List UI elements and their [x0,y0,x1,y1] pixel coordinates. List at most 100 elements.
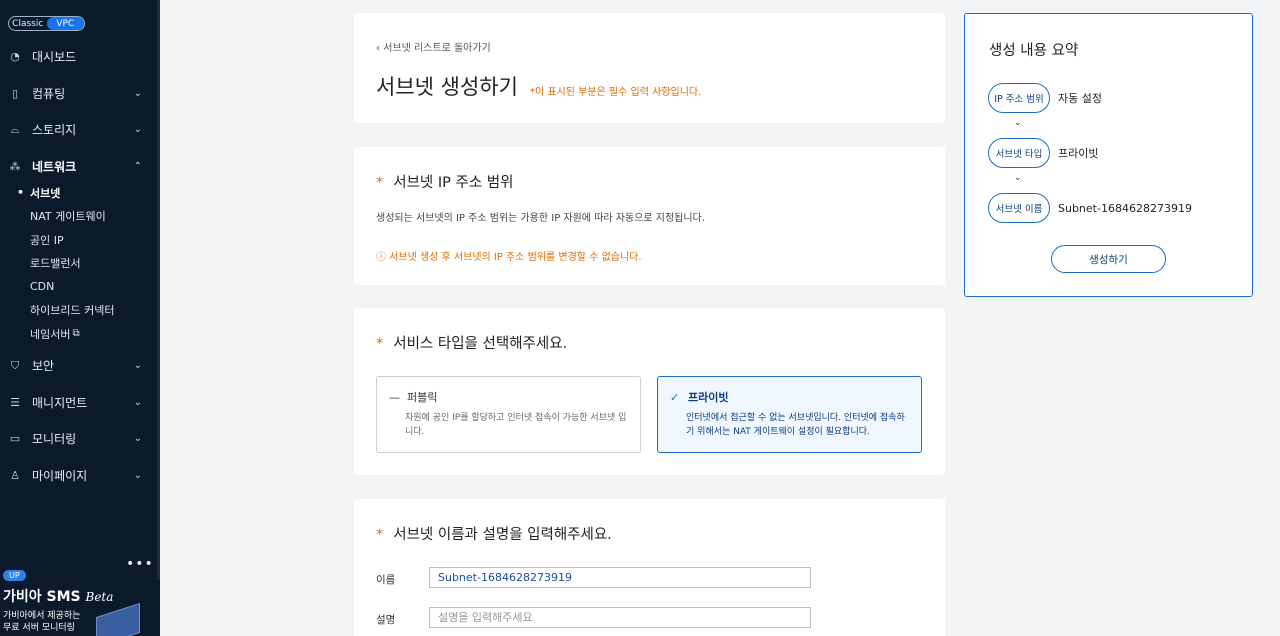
sidebar-item-label: 매니지먼트 [32,395,88,410]
section-description: 생성되는 서브넷의 IP 주소 범위는 가용한 IP 자원에 따라 자동으로 지… [376,213,705,224]
chevron-up-icon: ⌃ [133,160,142,172]
name-input[interactable] [429,567,811,588]
dash-icon: — [389,390,400,404]
summary-row: 서브넷 이름 Subnet-1684628273919 [988,193,1192,223]
name-label: 이름 [376,574,396,586]
sidebar-item-management[interactable]: ☰ 매니지먼트 ⌄ [0,384,160,421]
option-label: 프라이빗 [688,391,729,404]
sidebar-item-label: 보안 [32,359,55,374]
section-title-text: 서브넷 IP 주소 범위 [393,175,514,191]
sidebar-item-dashboard[interactable]: ◔ 대시보드 [0,38,160,75]
promo-line: 무료 서버 모니터링 [3,623,75,633]
sidebar-item-label: 마이페이지 [32,469,88,484]
back-link[interactable]: ‹ 서브넷 리스트로 돌아가기 [376,39,491,54]
section-title: * 서브넷 IP 주소 범위 [376,171,513,192]
chevron-down-icon: ⌄ [133,470,142,482]
ip-range-card: * 서브넷 IP 주소 범위 생성되는 서브넷의 IP 주소 범위는 가용한 IP… [354,147,945,285]
classic-option[interactable]: Classic [9,17,47,30]
description-label: 설명 [376,614,396,626]
summary-value: 프라이빗 [1058,147,1099,160]
chevron-down-icon: ⌄ [1014,118,1022,128]
summary-pill: 서브넷 이름 [988,193,1050,223]
sidebar: Classic VPC ◔ 대시보드 ▯ 컴퓨팅 ⌄ ⌓ 스토리지 ⌄ ⁂ 네트… [0,0,160,636]
required-star: * [376,527,384,543]
option-description: 인터넷에서 접근할 수 없는 서브넷입니다. 인터넷에 접속하기 위해서는 NA… [686,413,905,437]
summary-value: Subnet-1684628273919 [1058,201,1192,215]
summary-row: 서브넷 타입 프라이빗 [988,138,1098,168]
user-icon: ♙ [10,469,20,483]
summary-value: 자동 설정 [1058,92,1102,105]
summary-panel: 생성 내용 요약 IP 주소 범위 자동 설정 ⌄ 서브넷 타입 프라이빗 ⌄ … [964,13,1253,297]
management-icon: ☰ [10,395,20,409]
shield-icon: ⛉ [10,358,20,372]
chevron-down-icon: ⌄ [133,87,142,99]
sidebar-item-storage[interactable]: ⌓ 스토리지 ⌄ [0,111,160,148]
promo-subtitle: 가비아에서 제공하는 무료 서버 모니터링 [3,610,80,634]
check-icon: ✓ [670,390,680,404]
summary-pill: 서브넷 타입 [988,138,1050,168]
summary-title: 생성 내용 요약 [989,43,1079,59]
type-option-private[interactable]: ✓ 프라이빗 인터넷에서 접근할 수 없는 서브넷입니다. 인터넷에 접속하기 … [657,376,922,453]
external-link-icon: ⧉ [72,328,80,339]
description-input[interactable] [429,607,811,628]
promo-line: 가비아에서 제공하는 [3,611,81,621]
chevron-down-icon: ⌄ [133,124,142,136]
sidebar-item-label: 대시보드 [32,49,77,64]
server-illustration-icon [96,602,140,636]
sidebar-subitem-nameserver[interactable]: 네임서버 ⧉ [0,322,160,346]
sidebar-item-label: 스토리지 [32,123,77,138]
sidebar-subitem-subnet[interactable]: 서브넷 [0,181,160,205]
sidebar-subitem-load-balancer[interactable]: 로드밸런서 [0,251,160,275]
type-option-public[interactable]: — 퍼블릭 자원에 공인 IP를 할당하고 인터넷 접속이 가능한 서브넷 입니… [376,376,641,453]
sms-promo-banner[interactable]: UP 가비아 SMS Beta 가비아에서 제공하는 무료 서버 모니터링 [0,568,160,636]
up-badge: UP [3,570,26,581]
sidebar-item-label: 모니터링 [32,432,77,447]
sidebar-subitem-label: 네임서버 [30,327,71,341]
section-title: * 서브넷 이름과 설명을 입력해주세요. [376,523,612,544]
dashboard-icon: ◔ [10,49,20,63]
page-title: 서브넷 생성하기 [376,75,518,99]
option-label: 퍼블릭 [407,391,438,404]
classic-vpc-toggle[interactable]: Classic VPC [8,16,85,31]
sidebar-item-label: 컴퓨팅 [32,86,66,101]
monitor-icon: ▭ [9,432,21,446]
sidebar-item-monitoring[interactable]: ▭ 모니터링 ⌄ [0,421,160,458]
sidebar-subitem-hybrid-connector[interactable]: 하이브리드 커넥터 [0,298,160,322]
section-title: * 서비스 타입을 선택해주세요. [376,332,567,353]
chevron-down-icon: ⌄ [133,360,142,372]
vpc-option[interactable]: VPC [46,17,84,30]
promo-title: 가비아 SMS Beta [3,586,113,606]
section-title-text: 서브넷 이름과 설명을 입력해주세요. [393,527,612,543]
required-star: * [376,175,384,191]
promo-title-suffix: Beta [85,590,114,604]
option-description: 자원에 공인 IP를 할당하고 인터넷 접속이 가능한 서브넷 입니다. [405,413,627,437]
chevron-down-icon: ⌄ [1014,173,1022,183]
header-card: ‹ 서브넷 리스트로 돌아가기 서브넷 생성하기 *이 표시된 부분은 필수 입… [354,13,945,123]
service-type-card: * 서비스 타입을 선택해주세요. — 퍼블릭 자원에 공인 IP를 할당하고 인… [354,308,945,475]
sidebar-subitem-cdn[interactable]: CDN [0,275,160,299]
section-title-text: 서비스 타입을 선택해주세요. [393,336,568,352]
sidebar-item-mypage[interactable]: ♙ 마이페이지 ⌄ [0,457,160,494]
network-subnav: 서브넷 NAT 게이트웨이 공인 IP 로드밸런서 CDN 하이브리드 커넥터 … [0,181,160,346]
chip-icon: ▯ [11,86,19,100]
name-card: * 서브넷 이름과 설명을 입력해주세요. 이름 설명 [354,499,945,636]
option-header: ✓ 프라이빗 [670,389,909,405]
sidebar-item-computing[interactable]: ▯ 컴퓨팅 ⌄ [0,75,160,112]
chevron-down-icon: ⌄ [133,396,142,408]
sidebar-subitem-nat-gateway[interactable]: NAT 게이트웨이 [0,204,160,228]
chevron-down-icon: ⌄ [133,433,142,445]
back-link-label: 서브넷 리스트로 돌아가기 [383,43,491,54]
sidebar-nav: ◔ 대시보드 ▯ 컴퓨팅 ⌄ ⌓ 스토리지 ⌄ ⁂ 네트워크 ⌃ 서브넷 NAT… [0,38,160,494]
summary-pill: IP 주소 범위 [988,83,1050,113]
sidebar-item-security[interactable]: ⛉ 보안 ⌄ [0,347,160,384]
sidebar-item-label: 네트워크 [32,159,77,174]
option-header: — 퍼블릭 [389,389,628,405]
required-star: * [376,336,384,352]
network-icon: ⁂ [9,159,21,173]
create-button[interactable]: 생성하기 [1051,245,1166,273]
warning-text: ⓘ 서브넷 생성 후 서브넷의 IP 주소 범위를 변경할 수 없습니다. [376,252,642,263]
summary-row: IP 주소 범위 자동 설정 [988,83,1102,113]
required-note: *이 표시된 부분은 필수 입력 사항입니다. [530,87,702,98]
sidebar-item-network[interactable]: ⁂ 네트워크 ⌃ [0,148,160,185]
sidebar-subitem-public-ip[interactable]: 공인 IP [0,228,160,252]
